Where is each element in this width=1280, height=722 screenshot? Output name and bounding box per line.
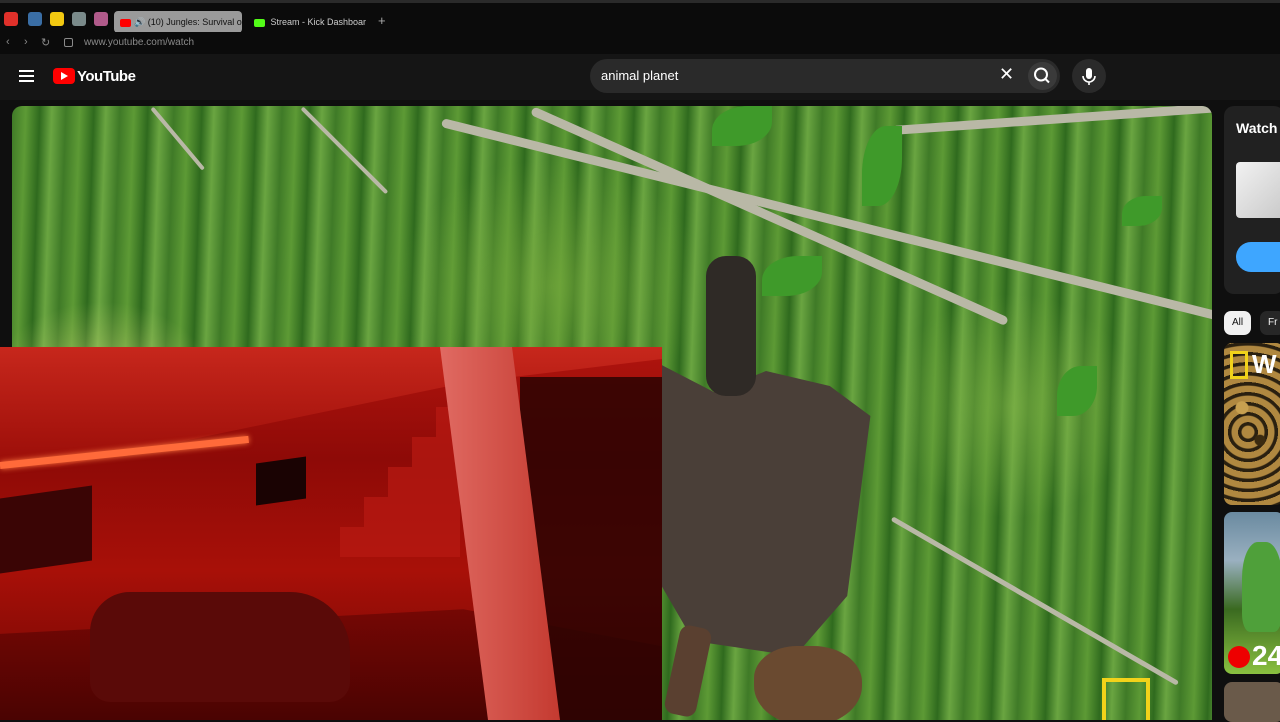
youtube-logo[interactable]: YouTube bbox=[53, 67, 136, 85]
new-tab-button[interactable]: + bbox=[378, 13, 386, 28]
leaf-shape bbox=[712, 106, 772, 146]
leaf-shape bbox=[762, 256, 822, 296]
wall-sign bbox=[0, 485, 92, 574]
pinned-tab-circle-icon[interactable] bbox=[94, 12, 108, 26]
branch-shape bbox=[890, 516, 1180, 686]
url-text[interactable]: www.youtube.com/watch bbox=[84, 37, 194, 48]
youtube-play-icon bbox=[53, 68, 75, 84]
room-stairs bbox=[340, 407, 460, 557]
voice-search-button[interactable] bbox=[1072, 59, 1106, 93]
clear-icon[interactable]: ✕ bbox=[999, 64, 1014, 85]
reload-icon[interactable]: ↻ bbox=[41, 36, 50, 49]
branch-shape bbox=[440, 118, 1212, 321]
branch-shape bbox=[150, 106, 205, 171]
leaf-shape bbox=[862, 126, 902, 206]
hamburger-menu-icon[interactable] bbox=[19, 70, 34, 82]
bat-foot bbox=[662, 623, 714, 719]
lock-icon bbox=[64, 38, 73, 47]
youtube-icon bbox=[120, 18, 131, 27]
tab-label: (10) Jungles: Survival o bbox=[147, 17, 242, 27]
watch-card-title: Watch bbox=[1236, 120, 1278, 136]
kick-icon bbox=[254, 18, 265, 27]
chip-all[interactable]: All bbox=[1224, 311, 1252, 335]
watch-card-thumbnail[interactable] bbox=[1236, 162, 1280, 218]
speaker-icon: 🔊 bbox=[134, 17, 146, 27]
microphone-icon bbox=[1082, 68, 1096, 85]
watch-card: Watch bbox=[1224, 106, 1280, 294]
thumbnail-text: 24 bbox=[1252, 640, 1280, 671]
browser-tab-strip: 🔊 (10) Jungles: Survival o Stream - Kick… bbox=[0, 0, 1280, 33]
related-video-thumbnail[interactable] bbox=[1224, 682, 1280, 722]
live-dot-icon bbox=[1228, 646, 1250, 668]
branch-shape bbox=[891, 106, 1212, 135]
search-button[interactable] bbox=[1028, 62, 1057, 90]
frog-shape bbox=[1242, 542, 1280, 632]
search-box[interactable]: animal planet ✕ bbox=[590, 59, 1060, 93]
related-video-thumbnail[interactable]: 24 bbox=[1224, 512, 1280, 674]
chip-fr[interactable]: Fr bbox=[1260, 311, 1280, 335]
search-input[interactable]: animal planet bbox=[601, 68, 678, 83]
watch-card-button[interactable] bbox=[1236, 242, 1280, 272]
bat-head bbox=[754, 646, 862, 720]
pinned-tab-yellow-icon[interactable] bbox=[50, 12, 64, 26]
tab-label: Stream - Kick Dashboar bbox=[270, 17, 367, 27]
webcam-overlay bbox=[0, 347, 662, 720]
wall-tv bbox=[256, 456, 306, 506]
branch-shape bbox=[300, 106, 389, 195]
pinned-tab-mail-icon[interactable] bbox=[28, 12, 42, 26]
natgeo-logo bbox=[1102, 678, 1150, 720]
thumbnail-text: W bbox=[1252, 349, 1277, 379]
pinned-tab-red-icon[interactable] bbox=[4, 12, 18, 26]
pinned-tab-gray-icon[interactable] bbox=[72, 12, 86, 26]
youtube-logo-text: YouTube bbox=[77, 67, 136, 85]
leaf-shape bbox=[1122, 196, 1162, 226]
tab-kick[interactable]: Stream - Kick Dashboar bbox=[248, 11, 372, 33]
back-icon[interactable]: ‹ bbox=[6, 36, 10, 48]
tab-youtube[interactable]: 🔊 (10) Jungles: Survival o bbox=[114, 11, 242, 33]
bat-body bbox=[706, 256, 756, 396]
search-icon bbox=[1034, 67, 1050, 84]
forward-icon[interactable]: › bbox=[24, 36, 28, 48]
natgeo-logo bbox=[1230, 351, 1248, 379]
related-video-thumbnail[interactable]: W bbox=[1224, 343, 1280, 505]
address-bar: ‹ › ↻ www.youtube.com/watch bbox=[0, 32, 1280, 54]
leaf-shape bbox=[1057, 366, 1097, 416]
room-bed bbox=[90, 592, 350, 702]
youtube-header: YouTube animal planet ✕ bbox=[0, 54, 1280, 100]
